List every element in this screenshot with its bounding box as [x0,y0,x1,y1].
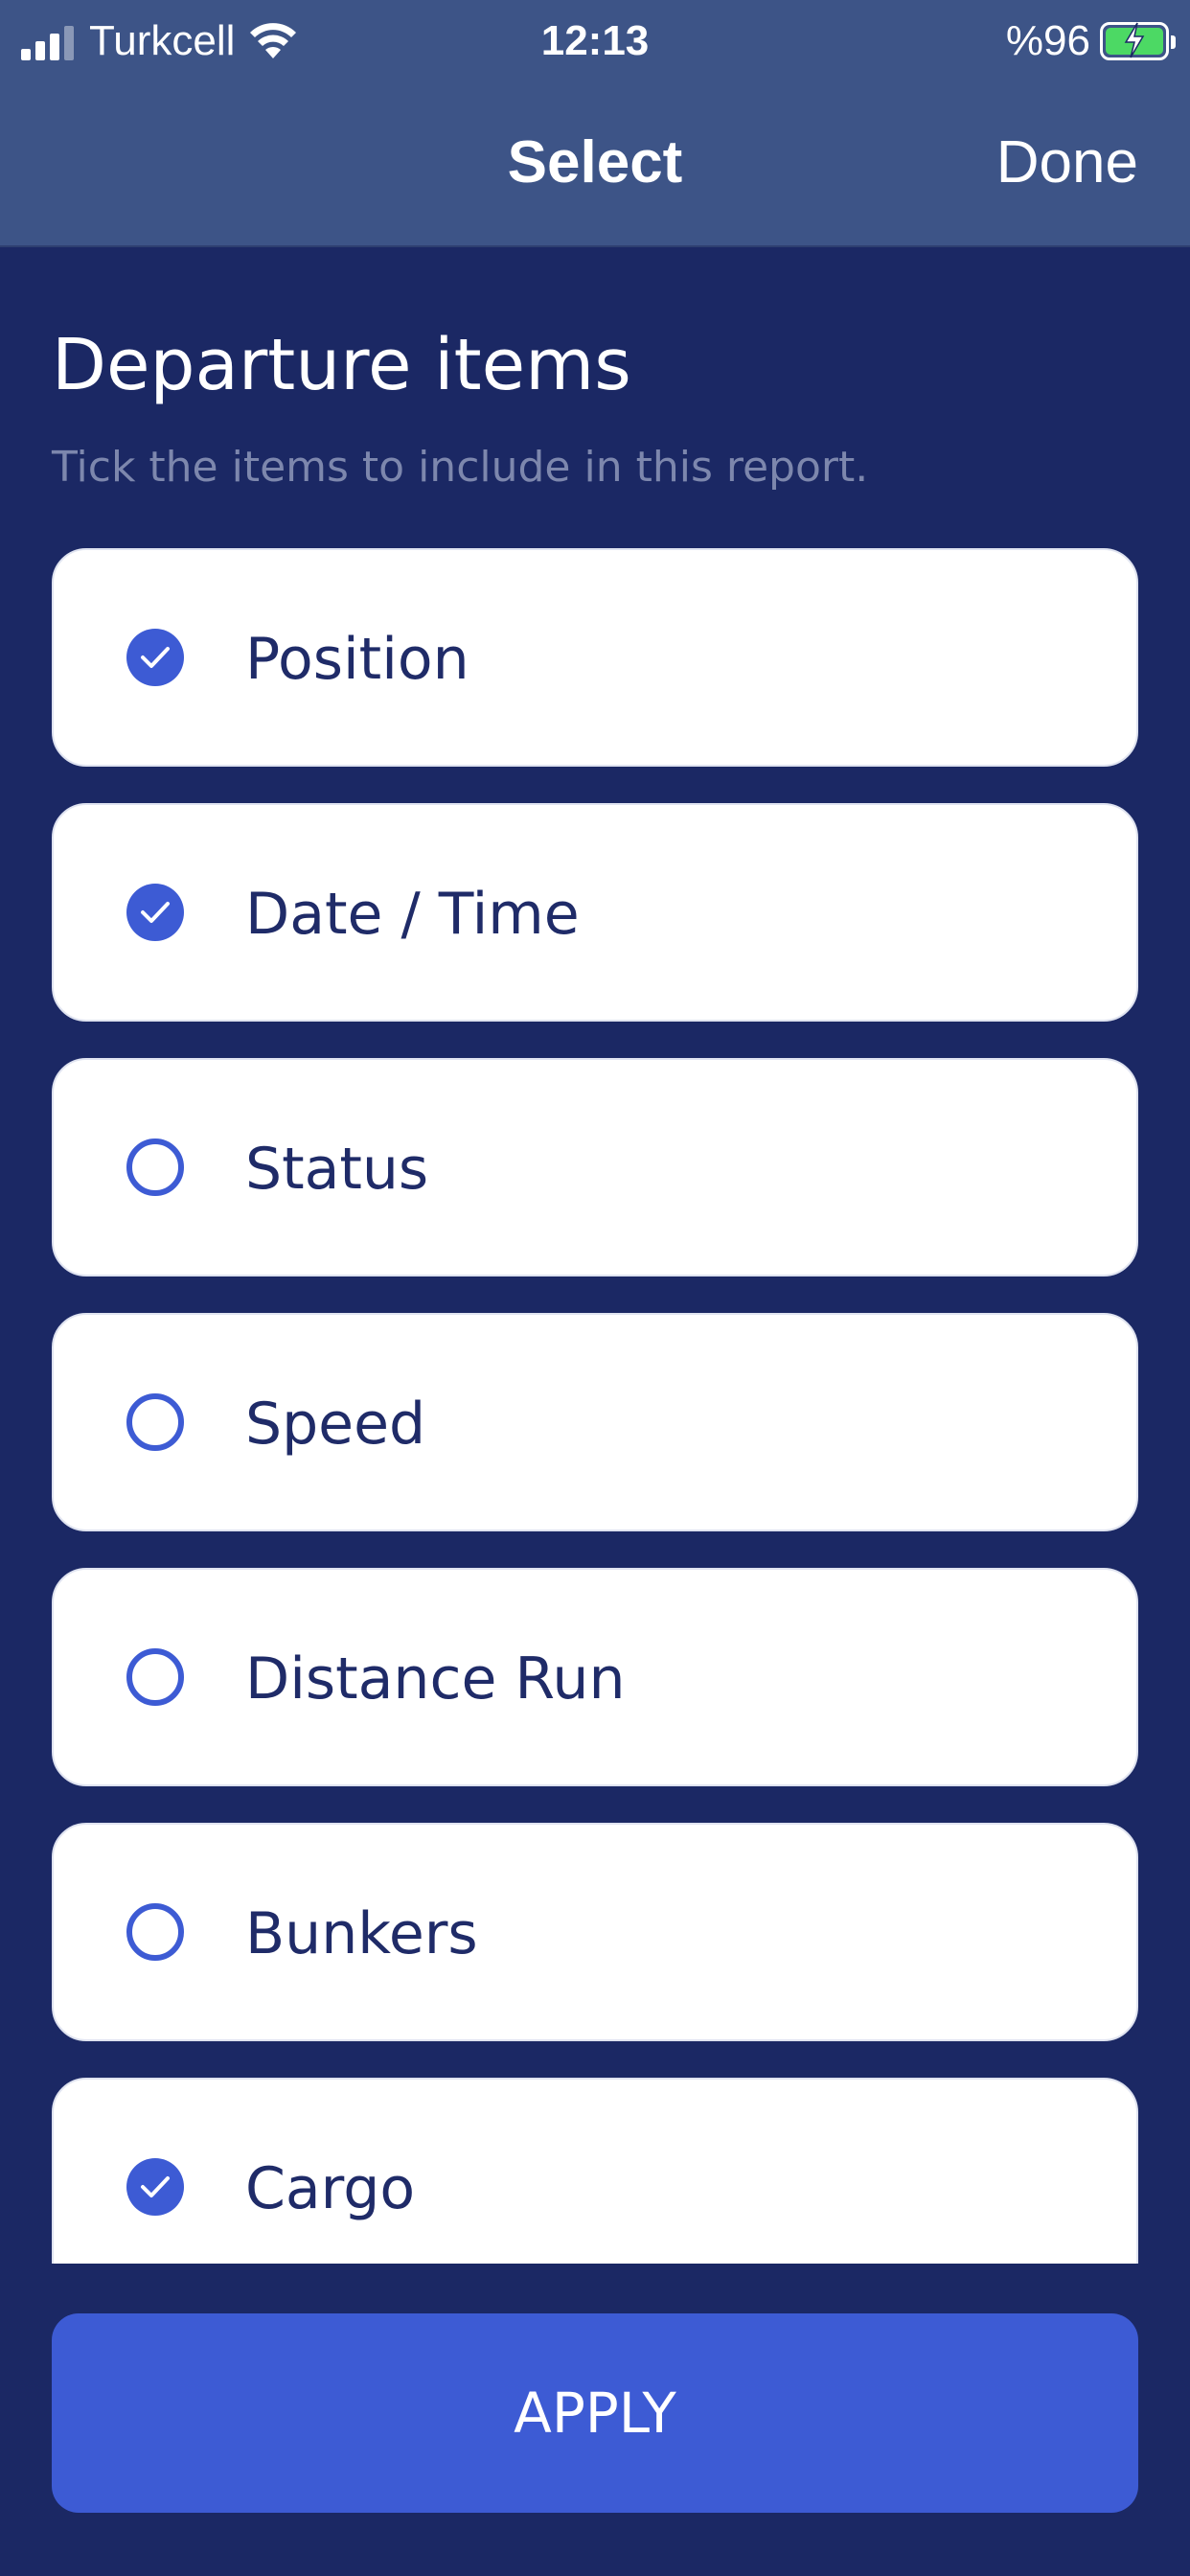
section-title: Departure items [52,324,631,406]
status-bar: Turkcell 12:13 %96 [0,0,1190,82]
empty-circle-icon[interactable] [126,1393,184,1451]
charging-bolt-icon [1124,22,1145,58]
list-item-label: Distance Run [245,1645,626,1713]
list-item[interactable]: Date / Time [52,803,1138,1022]
list-item-label: Position [245,626,469,693]
list-item[interactable]: Position [52,548,1138,767]
list-item-label: Date / Time [245,881,580,948]
battery-percentage: %96 [1005,17,1090,64]
list-item-label: Bunkers [245,1900,478,1967]
checkmark-circle-icon[interactable] [126,884,184,941]
empty-circle-icon[interactable] [126,1138,184,1196]
list-item[interactable]: Cargo [52,2078,1138,2264]
checkmark-circle-icon[interactable] [126,629,184,686]
list-item-label: Cargo [245,2155,416,2222]
list-item-label: Speed [245,1391,426,1458]
checkmark-circle-icon[interactable] [126,2158,184,2216]
list-item[interactable]: Bunkers [52,1823,1138,2041]
section-subtitle: Tick the items to include in this report… [52,443,869,492]
items-list[interactable]: Position Date / Time Status Speed Distance R… [52,548,1138,2264]
list-item[interactable]: Status [52,1058,1138,1276]
battery-icon [1100,22,1176,60]
navigation-bar: Select Done [0,82,1190,247]
list-item-label: Status [245,1136,429,1203]
status-right: %96 [1005,13,1176,69]
apply-button[interactable]: APPLY [52,2313,1138,2513]
list-item[interactable]: Speed [52,1313,1138,1531]
empty-circle-icon[interactable] [126,1903,184,1961]
list-item[interactable]: Distance Run [52,1568,1138,1786]
empty-circle-icon[interactable] [126,1648,184,1706]
done-button[interactable]: Done [996,128,1138,196]
